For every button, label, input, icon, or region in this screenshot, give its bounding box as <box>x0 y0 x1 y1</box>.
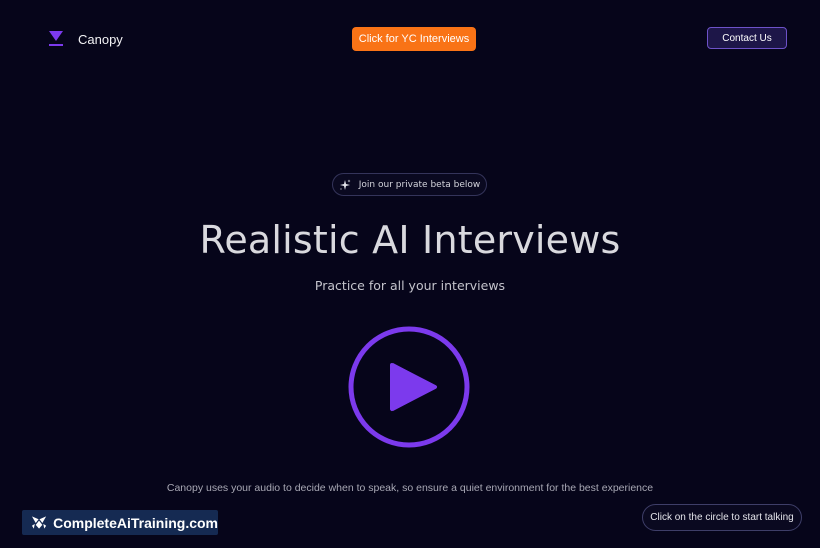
complete-ai-training-watermark: CompleteAiTraining.com <box>22 510 218 535</box>
private-beta-label: Join our private beta below <box>358 179 481 190</box>
play-icon <box>348 326 470 448</box>
complete-ai-logo-icon <box>31 516 47 529</box>
hero-subtitle: Practice for all your interviews <box>314 278 506 293</box>
watermark-text: CompleteAiTraining.com <box>53 514 218 531</box>
contact-us-button[interactable]: Contact Us <box>707 27 787 49</box>
start-talking-button[interactable]: Click on the circle to start talking <box>642 504 802 531</box>
private-beta-pill[interactable]: Join our private beta below <box>332 173 487 196</box>
yc-interviews-button[interactable]: Click for YC Interviews <box>352 27 476 51</box>
sparkle-icon <box>339 179 351 190</box>
audio-environment-note: Canopy uses your audio to decide when to… <box>166 482 654 494</box>
start-talking-circle-button[interactable] <box>347 325 471 449</box>
canopy-logo-icon <box>49 31 63 46</box>
brand-name: Canopy <box>78 31 123 47</box>
page: Canopy Click for YC Interviews Contact U… <box>0 0 820 548</box>
brand-logo[interactable]: Canopy <box>48 30 123 48</box>
hero-title: Realistic AI Interviews <box>199 218 621 262</box>
